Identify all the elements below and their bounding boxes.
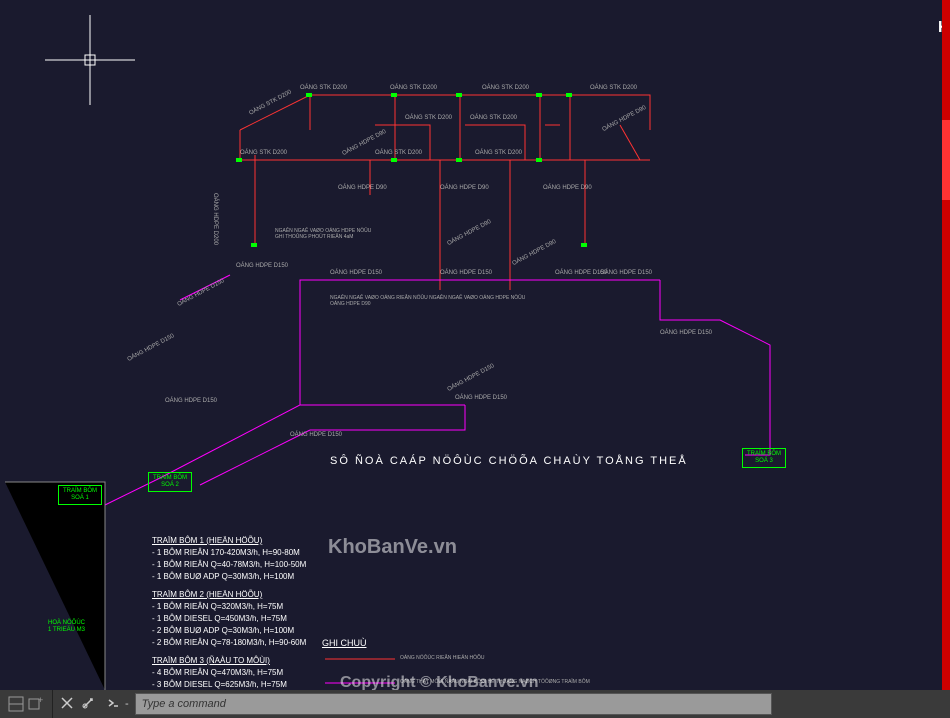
pipe-label: OÁNG STK D200 [390,85,437,91]
pipe-label: OÁNG STK D200 [405,115,452,121]
pipe-label: OÁNG HDPE D150 [290,432,342,438]
notes-block: TRAÏM BÔM 1 (HIEÄN HÖÕU) - 1 BÔM RIEÂN 1… [152,535,306,703]
command-separator: - [125,698,129,710]
drawing-canvas[interactable]: OÁNG STK D200 OÁNG STK D200 OÁNG STK D20… [0,0,950,690]
command-placeholder: Type a command [142,698,226,710]
command-input[interactable]: Type a command [135,693,772,715]
legend-label: OÁNG THAY MÔÙI ÑAÁU NOÁI BÔØI HE THOÁNG … [400,679,590,685]
pipe-label: OÁNG HDPE D200 [212,193,218,245]
svg-text:+: + [38,696,43,705]
command-history-area[interactable] [776,693,946,715]
pipe-label: OÁNG STK D200 [482,85,529,91]
layout-plus-icon[interactable]: + [28,696,44,712]
pipe-label: OÁNG HDPE D150 [455,395,507,401]
note-label: NGAÊN NGAÊ VAØO OÁNG HDPE NÖÛUGHI THOÛNG… [275,228,385,240]
command-bar: + - Type a command [0,690,950,718]
note-label: NGAÊN NGAÊ VAØO OÁNG RIEÂN NÖÛU NGAÊN NG… [330,295,580,307]
scrollbar-vertical[interactable] [942,0,950,690]
scrollbar-thumb[interactable] [942,120,950,200]
customize-icon[interactable] [81,696,97,712]
ghi-chu-title: GHI CHUÙ [322,638,367,648]
pipe-label: OÁNG HDPE D90 [543,185,592,191]
model-layout-toggle-icon[interactable] [8,696,24,712]
pipe-label: OÁNG STK D200 [590,85,637,91]
pipe-label: OÁNG HDPE D90 [440,185,489,191]
command-prompt-icon [107,696,123,712]
pipe-label: OÁNG HDPE D150 [165,398,217,404]
pipe-label: OÁNG HDPE D150 [440,270,492,276]
station-box-2: TRAÏM BÔMSOÁ 2 [148,472,192,492]
drawing-vectors [0,0,950,690]
station-box-3: TRAÏM BÔMSOÁ 3 [742,448,786,468]
pipe-label: OÁNG HDPE D90 [338,185,387,191]
pipe-label: OÁNG HDPE D150 [236,263,288,269]
pipe-label: OÁNG STK D200 [375,150,422,156]
pipe-label: OÁNG HDPE D150 [660,330,712,336]
pipe-label: OÁNG STK D200 [475,150,522,156]
pipe-label: OÁNG STK D200 [240,150,287,156]
pipe-label: OÁNG HDPE D150 [600,270,652,276]
drawing-title: SÔ ÑOÀ CAÁP NÖÔÙC CHÖÕA CHAÙY TOÅNG THEÅ [330,455,688,467]
reservoir-label: HOÀ NÖÔÙC1 TRIEÄU M3 [44,618,89,636]
pipe-label: OÁNG STK D200 [470,115,517,121]
pipe-label: OÁNG STK D200 [300,85,347,91]
legend-label: OÁNG NÖÔÙC RIEÂN HIEÄN HÖÕU [400,655,484,661]
pipe-label: OÁNG HDPE D150 [330,270,382,276]
station-box-1: TRAÏM BÔMSOÁ 1 [58,485,102,505]
close-icon[interactable] [61,696,77,712]
